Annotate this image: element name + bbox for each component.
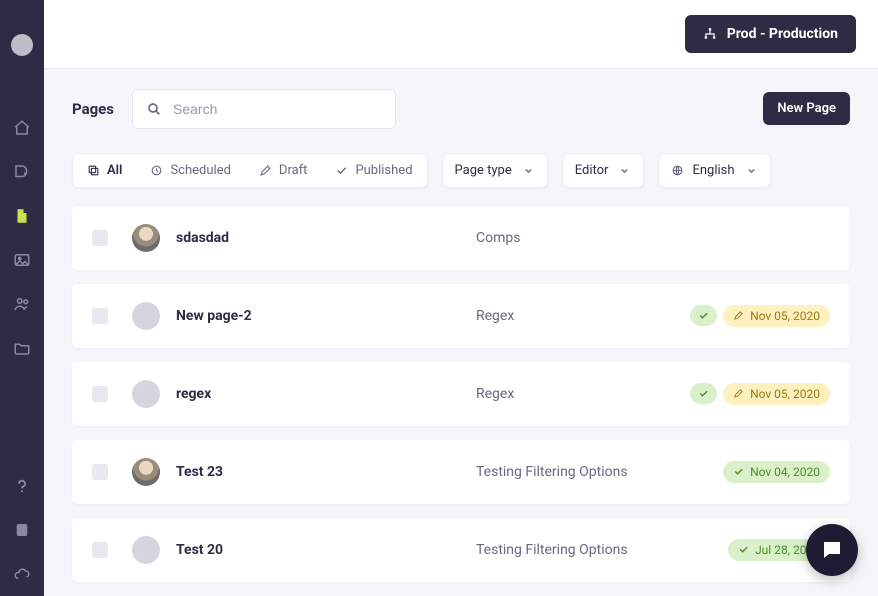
chat-launcher[interactable] <box>806 524 858 576</box>
chevron-down-icon <box>745 164 758 177</box>
page-row[interactable]: Test 20Testing Filtering OptionsJul 28, … <box>72 518 850 582</box>
page-name: Test 20 <box>176 542 476 558</box>
page-type: Testing Filtering Options <box>476 464 686 480</box>
clock-icon <box>150 164 163 177</box>
check-icon <box>335 164 348 177</box>
globe-icon <box>671 164 684 177</box>
page-icon <box>13 207 31 225</box>
nav-pages[interactable] <box>0 194 44 238</box>
row-checkbox[interactable] <box>92 386 108 402</box>
filter-editor[interactable]: Editor <box>562 153 645 188</box>
tab-published-label: Published <box>355 163 412 178</box>
page-type: Comps <box>476 230 686 246</box>
tab-draft[interactable]: Draft <box>245 154 322 187</box>
filter-page-type[interactable]: Page type <box>442 153 548 188</box>
status-tabs: All Scheduled Draft Published <box>72 153 428 188</box>
author-avatar <box>132 458 160 486</box>
home-icon <box>13 119 31 137</box>
cloud-icon <box>13 565 31 583</box>
author-avatar <box>132 380 160 408</box>
draft-badge: Nov 05, 2020 <box>723 305 830 327</box>
search-icon <box>146 101 162 117</box>
tab-scheduled-label: Scheduled <box>170 163 230 178</box>
nav-help[interactable] <box>0 464 44 508</box>
filter-editor-label: Editor <box>575 163 609 178</box>
status-badges: Nov 05, 2020 <box>690 305 830 327</box>
page-name: Test 23 <box>176 464 476 480</box>
pages-list: sdasdadCompsNew page-2RegexNov 05, 2020r… <box>44 206 878 596</box>
users-icon <box>13 295 31 313</box>
sitemap-icon <box>703 27 717 41</box>
row-checkbox[interactable] <box>92 230 108 246</box>
page-header: Pages New Page <box>44 69 878 129</box>
author-avatar <box>132 224 160 252</box>
author-avatar <box>132 302 160 330</box>
row-checkbox[interactable] <box>92 464 108 480</box>
page-row[interactable]: New page-2Regex Nov 05, 2020 <box>72 284 850 348</box>
left-nav <box>0 0 44 596</box>
user-avatar-small[interactable] <box>11 34 33 56</box>
page-name: New page-2 <box>176 308 476 324</box>
published-badge <box>690 305 717 326</box>
top-bar: Prod - Production <box>44 0 878 69</box>
tab-draft-label: Draft <box>279 163 308 178</box>
folder-icon <box>13 339 31 357</box>
tab-all[interactable]: All <box>73 154 136 187</box>
tab-all-label: All <box>107 163 122 178</box>
nav-folders[interactable] <box>0 326 44 370</box>
chat-icon <box>820 538 844 562</box>
chevron-down-icon <box>522 164 535 177</box>
nav-docs[interactable] <box>0 508 44 552</box>
new-page-button[interactable]: New Page <box>763 92 850 125</box>
badge-date: Nov 04, 2020 <box>750 466 820 478</box>
page-name: regex <box>176 386 476 402</box>
filter-bar: All Scheduled Draft Published Page type <box>44 129 878 206</box>
image-icon <box>13 251 31 269</box>
nav-home[interactable] <box>0 106 44 150</box>
draft-badge: Nov 05, 2020 <box>723 383 830 405</box>
tab-published[interactable]: Published <box>321 154 426 187</box>
filter-page-type-label: Page type <box>455 163 512 178</box>
search-input[interactable] <box>132 89 396 129</box>
tab-scheduled[interactable]: Scheduled <box>136 154 244 187</box>
page-row[interactable]: sdasdadComps <box>72 206 850 270</box>
row-checkbox[interactable] <box>92 542 108 558</box>
pencil-icon <box>259 164 272 177</box>
page-type: Regex <box>476 308 686 324</box>
nav-media[interactable] <box>0 238 44 282</box>
environment-label: Prod - Production <box>727 26 838 42</box>
page-type: Testing Filtering Options <box>476 542 686 558</box>
environment-selector[interactable]: Prod - Production <box>685 15 856 53</box>
filter-language[interactable]: English <box>658 153 770 188</box>
book-icon <box>13 521 31 539</box>
page-row[interactable]: Test 23Testing Filtering Options Nov 04, … <box>72 440 850 504</box>
nav-users[interactable] <box>0 282 44 326</box>
status-badges: Nov 05, 2020 <box>690 383 830 405</box>
blog-icon <box>13 163 31 181</box>
row-checkbox[interactable] <box>92 308 108 324</box>
nav-blog[interactable] <box>0 150 44 194</box>
copy-icon <box>87 164 100 177</box>
page-name: sdasdad <box>176 230 476 246</box>
chevron-down-icon <box>618 164 631 177</box>
author-avatar <box>132 536 160 564</box>
question-icon <box>13 477 31 495</box>
page-type: Regex <box>476 386 686 402</box>
filter-language-label: English <box>692 163 734 178</box>
main-area: Prod - Production Pages New Page All Sch… <box>44 0 878 596</box>
status-badges: Nov 04, 2020 <box>723 461 830 483</box>
page-row[interactable]: regexRegex Nov 05, 2020 <box>72 362 850 426</box>
nav-cloud[interactable] <box>0 552 44 596</box>
badge-date: Nov 05, 2020 <box>750 388 820 400</box>
published-badge: Nov 04, 2020 <box>723 461 830 483</box>
search-wrap <box>132 89 396 129</box>
page-title: Pages <box>72 100 114 118</box>
badge-date: Nov 05, 2020 <box>750 310 820 322</box>
published-badge <box>690 383 717 404</box>
